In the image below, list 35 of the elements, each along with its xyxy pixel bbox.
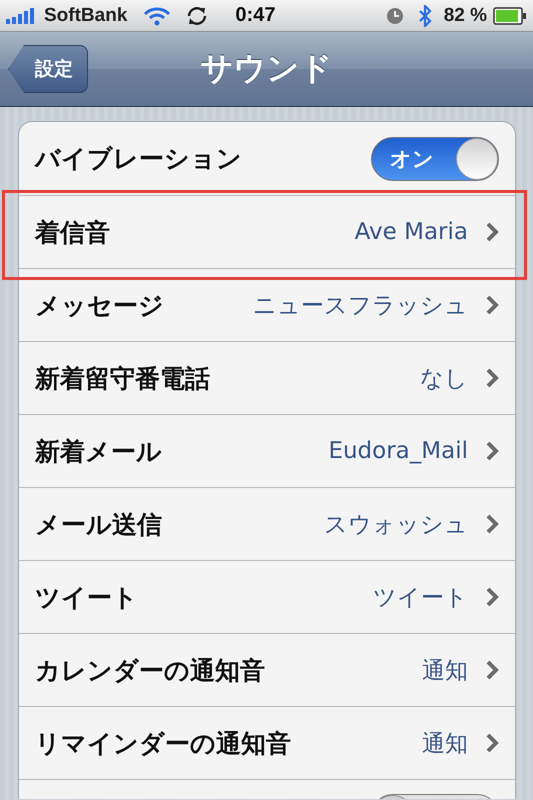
chevron-icon bbox=[486, 295, 499, 315]
carrier-name: SoftBank bbox=[44, 4, 128, 26]
chevron-icon bbox=[486, 660, 499, 680]
row-label: バイブレーション bbox=[35, 143, 242, 175]
clock-time: 0:47 bbox=[235, 4, 276, 27]
row-label: 新着留守番電話 bbox=[35, 362, 210, 394]
bluetooth-icon bbox=[418, 4, 432, 26]
chevron-icon bbox=[486, 222, 499, 242]
chevron-icon bbox=[486, 514, 499, 534]
chevron-icon bbox=[486, 733, 499, 753]
row-label: ツイート bbox=[35, 582, 138, 614]
toggle-switch[interactable]: オン bbox=[371, 136, 499, 180]
wifi-icon bbox=[143, 6, 172, 26]
battery-icon bbox=[493, 6, 527, 24]
chevron-icon bbox=[486, 368, 499, 388]
back-button[interactable]: 設定 bbox=[8, 45, 88, 93]
row-value: スウォッシュ bbox=[324, 510, 468, 540]
row-value: なし bbox=[420, 364, 468, 394]
row-value: Ave Maria bbox=[354, 219, 468, 245]
row-label: メッセージ bbox=[35, 290, 164, 322]
battery-percent: 82 % bbox=[444, 4, 487, 26]
clock-icon bbox=[386, 6, 404, 24]
chevron-icon bbox=[486, 441, 499, 461]
row-value: 通知 bbox=[422, 656, 468, 686]
row-value: ツイート bbox=[373, 584, 468, 612]
row-label: 新着メール bbox=[35, 436, 162, 468]
row-value: Eudora_Mail bbox=[328, 438, 468, 464]
row-label: リマインダーの通知音 bbox=[35, 728, 291, 760]
page-title: サウンド bbox=[200, 48, 334, 89]
row-label: カレンダーの通知音 bbox=[35, 654, 265, 686]
row-label: メール送信 bbox=[35, 508, 162, 540]
chevron-icon bbox=[486, 587, 499, 607]
row-label: 着信音 bbox=[35, 216, 110, 248]
row-value: 通知 bbox=[422, 730, 468, 758]
row-value: ニュースフラッシュ bbox=[253, 292, 468, 320]
